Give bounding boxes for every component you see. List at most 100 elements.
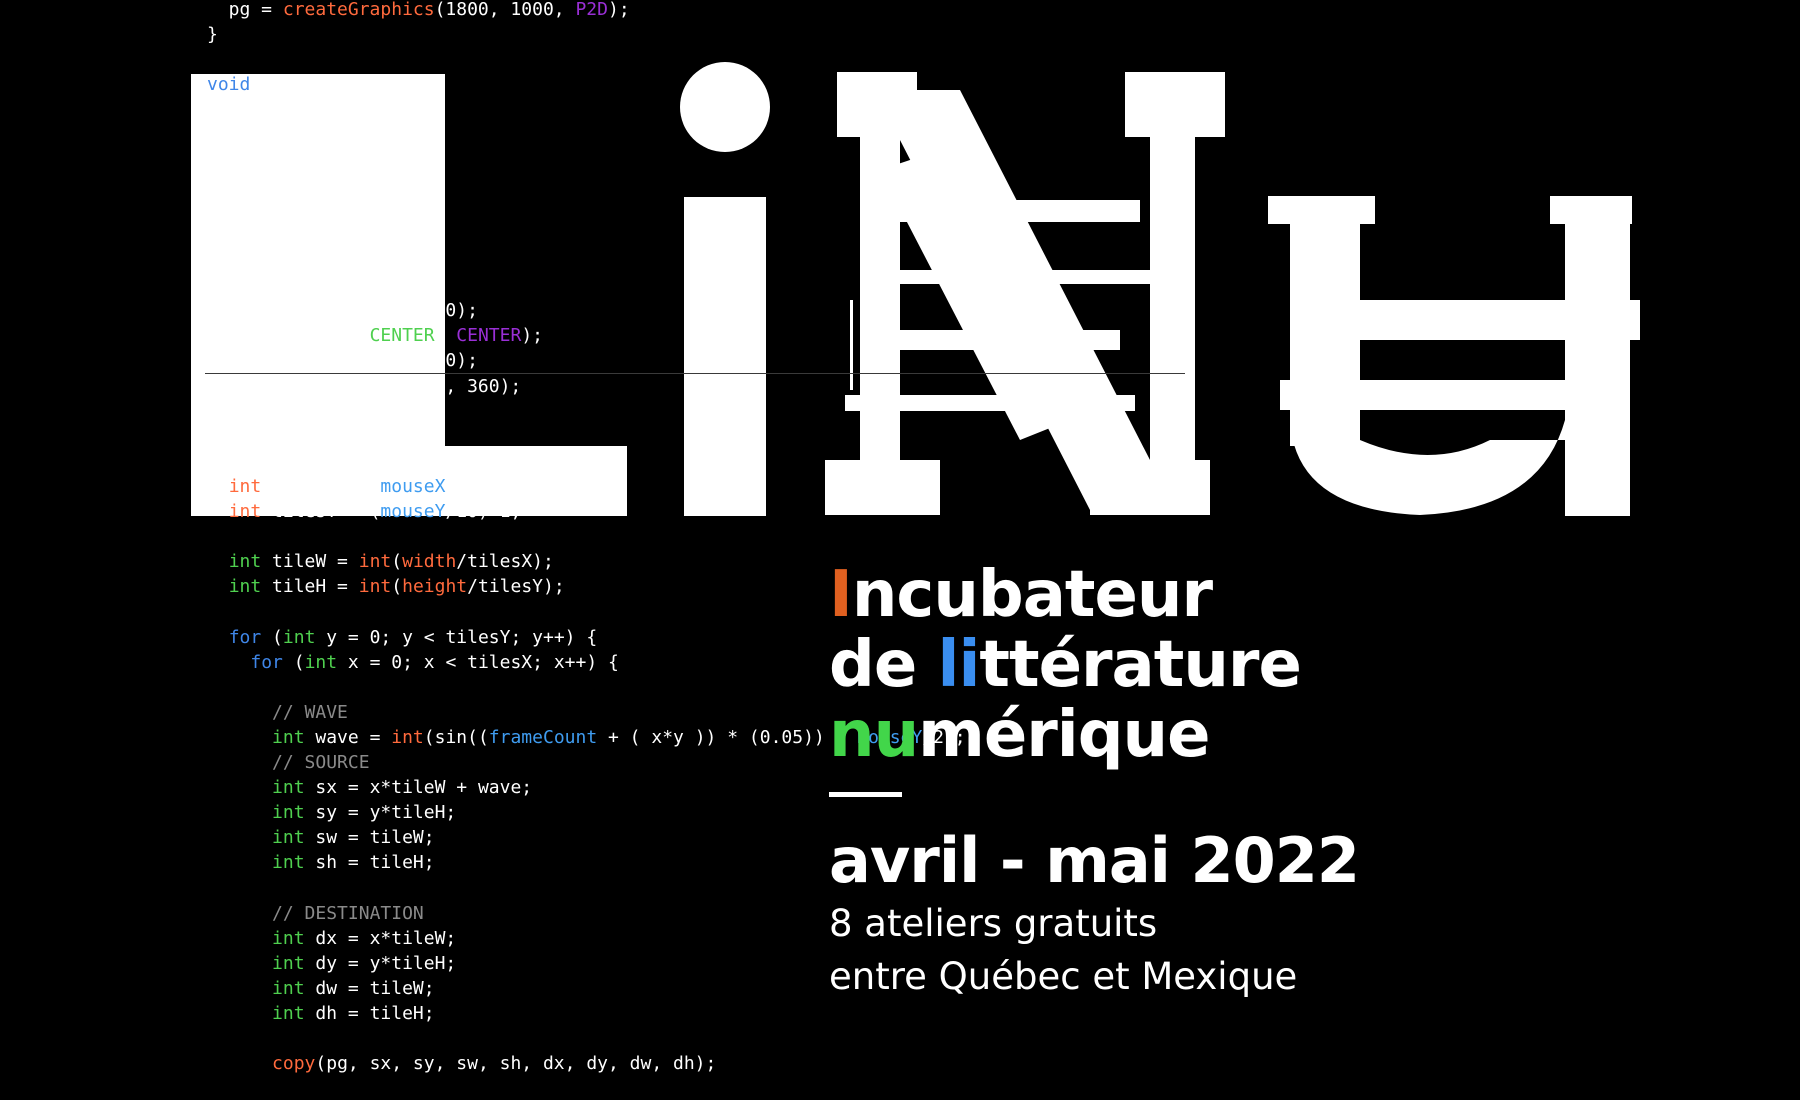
glitch-scanline (205, 373, 1185, 374)
code-line: for (int x = 0; x < tilesX; x++) { (207, 650, 619, 675)
code-token: // SOURCE (272, 752, 370, 773)
code-token: int (272, 952, 305, 974)
code-token: () { (304, 74, 348, 96)
title-line-litterature: de littérature (829, 630, 1359, 700)
code-token: pg.text("ILiNu", -75, 360); (207, 375, 522, 397)
title-highlight-li: li (937, 628, 981, 702)
code-line: pg.beginDraw(); (207, 148, 392, 173)
code-token: ( (282, 651, 305, 673)
code-token: int (228, 576, 262, 598)
code-token: int (304, 651, 338, 673)
title-highlight-i: I (829, 558, 853, 632)
code-line: pg.popMatrix(); (207, 399, 392, 424)
code-token: /10)+1; (445, 501, 522, 522)
code-token: int (228, 475, 262, 497)
code-line: pg.background(0); (207, 173, 413, 198)
event-subtitle-location: entre Québec et Mexique (829, 955, 1298, 998)
code-token: CENTER (456, 325, 522, 347)
code-token: int (272, 852, 305, 874)
code-token: // WAVE (272, 701, 348, 723)
code-token: pg.translate(900, 500); (207, 300, 478, 322)
code-token: x = 0; x < tilesX; x++) { (337, 651, 619, 673)
code-token: (1800, 1000, (434, 0, 576, 20)
code-token: (sin(( (423, 726, 489, 748)
code-line: int tileH = int(height/tilesY); (207, 574, 565, 599)
code-token: /tilesY); (467, 576, 565, 598)
code-line: int sy = y*tileH; (207, 800, 456, 825)
title-line-numerique: numérique (829, 700, 1359, 770)
code-token: , (434, 325, 457, 347)
code-line: int dy = y*tileH; (207, 951, 456, 976)
code-token: (pg, sx, sy, sw, sh, dx, dy, dw, dh); (315, 1053, 717, 1075)
code-line: int sh = tileH; (207, 850, 435, 875)
code-token: dy = y*tileH; (304, 952, 457, 974)
code-token: ( (261, 626, 283, 648)
code-token: sw = tileW; (304, 827, 435, 849)
code-token: int (272, 726, 305, 748)
code-token: createGraphics (282, 0, 435, 20)
event-title-block: Incubateur de littérature numérique avri… (829, 558, 1360, 1003)
code-token: mouseY (380, 501, 446, 522)
code-token: width (402, 551, 457, 573)
code-token: pg.background(0); (207, 174, 413, 196)
code-token: int (282, 626, 316, 648)
code-token: height (402, 576, 468, 598)
code-token: int (228, 501, 262, 522)
code-line: pg = createGraphics(1800, 1000, P2D); (207, 0, 630, 22)
code-token: wave = (304, 726, 392, 748)
code-line: // DESTINATION (207, 901, 424, 926)
code-token: pg.popMatrix(); (207, 400, 392, 422)
code-token: pg = (207, 0, 283, 20)
code-line: copy(pg, sx, sy, sw, sh, dx, dy, dw, dh)… (207, 1051, 716, 1076)
code-line: int tilesX = (mouseX/10)+1; (207, 474, 522, 499)
code-token: int (272, 977, 305, 999)
title-line-1-rest: ncubateur (851, 558, 1213, 632)
event-dates: avril - mai 2022 (829, 824, 1360, 897)
code-token: pg.fill(255); (207, 199, 370, 221)
code-token: pg.pushMatrix(); (207, 275, 403, 297)
code-token: pg.textAlign( (207, 325, 370, 347)
code-line: pg.textFont(font); (207, 223, 424, 248)
title-highlight-nu: nu (829, 698, 919, 772)
code-token: int (272, 802, 305, 824)
code-token: tileH = (261, 576, 359, 598)
code-token: + ( x*y )) * (0.05)) * (597, 726, 858, 748)
code-token: int (358, 576, 392, 598)
code-line: // SOURCE (207, 750, 370, 775)
code-token: int (272, 827, 305, 849)
code-token: pg.textSize(500); (207, 250, 413, 271)
code-line: int sx = x*tileW + wave; (207, 775, 532, 800)
code-token: for (250, 651, 283, 673)
code-token: dw = tileW; (304, 977, 435, 999)
code-line: } (207, 22, 218, 47)
code-token: pg.textFont(font); (207, 224, 424, 246)
code-token: copy (272, 1053, 316, 1075)
code-line: // WAVE (207, 700, 348, 725)
code-token: frameCount (488, 726, 598, 748)
code-token: background(0); (207, 99, 381, 121)
code-token: int (272, 927, 305, 949)
code-token: int (358, 551, 392, 573)
code-line: pg.text("ILiNu", -75, 360); (207, 374, 522, 399)
code-token: P2D (575, 0, 608, 20)
code-token: for (228, 626, 262, 648)
code-token: tilesX = ( (261, 475, 381, 497)
code-line: int dw = tileW; (207, 976, 435, 1001)
code-line: pg.textSize(500); (207, 248, 413, 273)
code-token: sh = tileH; (304, 852, 435, 874)
code-token: tileW = (261, 551, 359, 573)
code-token: ); (607, 0, 630, 20)
code-line: int dx = x*tileW; (207, 926, 456, 951)
code-token: draw (261, 74, 305, 96)
